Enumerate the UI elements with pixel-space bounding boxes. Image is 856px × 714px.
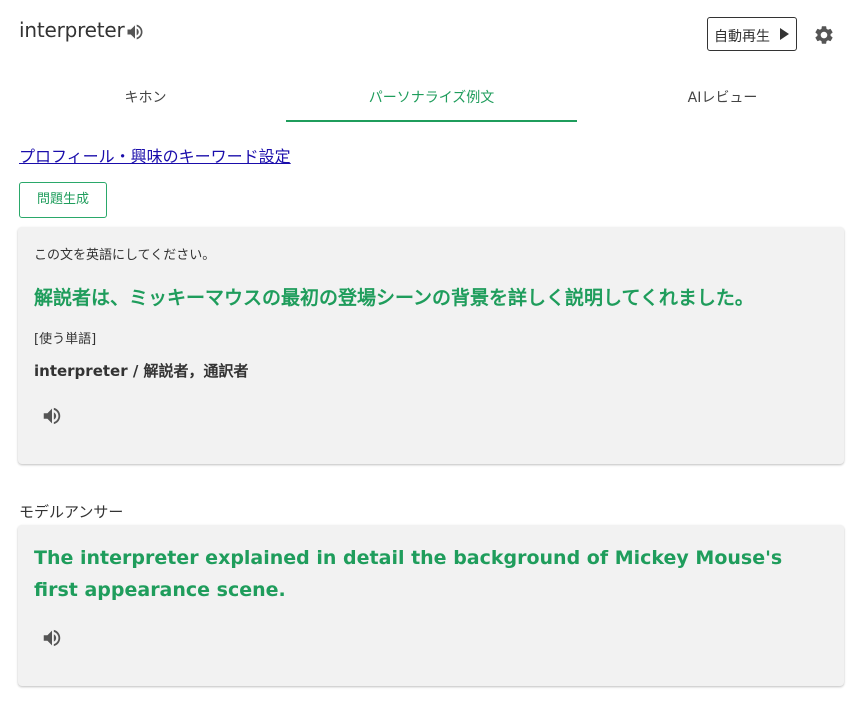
gear-icon[interactable] <box>813 24 835 46</box>
header: interpreter 自動再生 <box>0 0 856 70</box>
model-answer-card: The interpreter explained in detail the … <box>18 525 844 686</box>
generate-question-button[interactable]: 問題生成 <box>19 182 107 218</box>
active-tab-indicator <box>286 120 577 122</box>
profile-keyword-settings-link[interactable]: プロフィール・興味のキーワード設定 <box>19 143 291 167</box>
speaker-icon[interactable] <box>125 22 145 42</box>
question-sentence: 解説者は、ミッキーマウスの最初の登場シーンの背景を詳しく説明してくれました。 <box>34 287 754 309</box>
word-meaning: interpreter / 解説者，通訳者 <box>34 362 249 380</box>
autoplay-label: 自動再生 <box>714 29 770 45</box>
tab-personalized-examples[interactable]: パーソナライズ例文 <box>286 78 577 122</box>
use-word-label: [使う単語] <box>34 332 97 347</box>
word-title: interpreter <box>19 18 125 42</box>
play-icon <box>780 28 789 40</box>
speaker-icon[interactable] <box>41 405 63 427</box>
tab-ai-review[interactable]: AIレビュー <box>577 78 856 122</box>
tab-bar: キホン パーソナライズ例文 AIレビュー <box>0 78 856 122</box>
speaker-icon[interactable] <box>41 627 63 649</box>
tab-kihon[interactable]: キホン <box>0 78 291 122</box>
model-answer-sentence: The interpreter explained in detail the … <box>34 547 783 601</box>
instruction-text: この文を英語にしてください。 <box>34 248 216 263</box>
autoplay-button[interactable]: 自動再生 <box>707 17 797 51</box>
model-answer-label: モデルアンサー <box>19 503 124 521</box>
question-card: この文を英語にしてください。 解説者は、ミッキーマウスの最初の登場シーンの背景を… <box>18 227 844 464</box>
